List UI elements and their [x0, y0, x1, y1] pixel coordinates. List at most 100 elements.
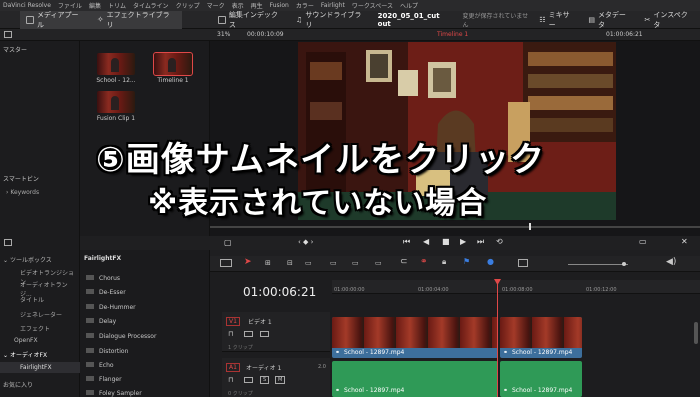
go-to-end-button[interactable]: ⏭: [477, 237, 484, 247]
video-clip-count: 1 クリップ: [228, 345, 253, 351]
track-visibility-icon[interactable]: [260, 331, 269, 337]
video-track-id[interactable]: V1: [226, 317, 240, 326]
mixer-button[interactable]: ☷ ミキサー: [533, 11, 582, 29]
solo-button[interactable]: S: [260, 376, 270, 384]
replace-clip-icon[interactable]: ▭: [352, 259, 359, 267]
tree-item-titles[interactable]: タイトル: [20, 295, 44, 304]
link-icon: ⚭: [503, 349, 509, 356]
selection-tool-icon[interactable]: ➤: [244, 257, 252, 267]
openfx-item[interactable]: OpenFX: [14, 337, 38, 344]
effects-list: FairlightFX Chorus De-Esser De-Hummer De…: [80, 250, 210, 397]
trim-tool-icon[interactable]: ⊞: [265, 259, 271, 267]
position-lock-icon[interactable]: 🔒︎: [442, 257, 446, 267]
effect-item[interactable]: Distortion: [86, 348, 128, 355]
effect-icon: [86, 362, 94, 367]
timeline-scrollbar[interactable]: [694, 322, 698, 344]
master-bin[interactable]: マスター: [3, 45, 27, 54]
auto-select-icon[interactable]: [244, 331, 253, 337]
jog-arrows-icon[interactable]: ‹ ◆ ›: [298, 238, 313, 246]
audio-clip[interactable]: ⚭ School - 12897.mp4: [332, 361, 498, 397]
video-clip[interactable]: ⚭ School - 12897.mp4: [332, 317, 498, 358]
clip-name: School - 12897.mp4: [344, 349, 405, 356]
menu-item[interactable]: ヘルプ: [400, 1, 418, 10]
effect-item[interactable]: De-Esser: [86, 289, 126, 296]
audiofx-item[interactable]: ⌄ オーディオFX: [3, 350, 47, 359]
zoom-slider-handle[interactable]: [622, 262, 626, 266]
effect-item[interactable]: Dialogue Processor: [86, 333, 156, 340]
fit-to-fill-icon[interactable]: ▭: [375, 259, 382, 267]
favorites-header[interactable]: お気に入り: [3, 380, 33, 389]
playhead-marker[interactable]: [529, 223, 531, 230]
overwrite-clip-icon[interactable]: ▭: [330, 259, 337, 267]
clip-name: School - 12897.mp4: [512, 387, 573, 394]
effects-library-button[interactable]: ✧ エフェクトライブラリ: [90, 10, 182, 29]
metadata-button[interactable]: ▤ メタデータ: [582, 11, 638, 29]
timeline-thumbnail[interactable]: [153, 52, 193, 76]
effect-icon: [86, 304, 94, 309]
menu-item[interactable]: クリップ: [176, 1, 200, 10]
zoom-slider[interactable]: [568, 264, 628, 265]
effect-item[interactable]: De-Hummer: [86, 304, 136, 311]
fairlightfx-item[interactable]: FairlightFX: [0, 362, 80, 373]
menu-item[interactable]: 編集: [89, 1, 101, 10]
loop-button[interactable]: ⟲: [496, 237, 503, 246]
marker-icon[interactable]: ●: [487, 257, 494, 266]
effect-item[interactable]: Delay: [86, 318, 116, 325]
close-icon[interactable]: ✕: [681, 237, 688, 246]
blade-tool-icon[interactable]: ⊟: [287, 259, 293, 267]
effect-icon: [86, 376, 94, 381]
audio-clip[interactable]: ⚭ School - 12897.mp4: [500, 361, 582, 397]
scrub-bar[interactable]: [210, 226, 700, 228]
toolbox-item[interactable]: ⌄ ツールボックス: [3, 255, 52, 264]
snapping-icon[interactable]: ⊂: [400, 257, 408, 267]
edit-index-button[interactable]: 編集インデックス: [212, 11, 290, 29]
menu-item[interactable]: DaVinci Resolve: [3, 2, 51, 9]
video-track-name: ビデオ 1: [248, 319, 272, 326]
panel-toggle-icon[interactable]: [4, 31, 12, 38]
stop-button[interactable]: ■: [442, 237, 450, 246]
tree-item-effects[interactable]: エフェクト: [20, 324, 50, 333]
auto-select-icon[interactable]: [244, 377, 253, 383]
magic-wand-icon: ✧: [96, 15, 104, 24]
panel-toggle-icon[interactable]: [4, 239, 12, 246]
bin-list-panel: マスター スマートビン › Keywords: [0, 41, 80, 236]
menu-item[interactable]: Fairlight: [321, 2, 345, 9]
flag-icon[interactable]: ⚑: [463, 257, 470, 266]
timeline-playhead[interactable]: [497, 279, 498, 397]
audio-track-id[interactable]: A1: [226, 363, 240, 372]
fusion-clip-thumbnail[interactable]: [97, 91, 135, 113]
lock-icon[interactable]: ⊓: [228, 330, 233, 338]
match-frame-icon[interactable]: ▭: [639, 237, 647, 246]
sound-library-button[interactable]: ♫ サウンドライブラリ: [290, 11, 374, 29]
effect-item[interactable]: Flanger: [86, 376, 122, 383]
lock-icon[interactable]: ⊓: [228, 376, 233, 384]
tree-item-generators[interactable]: ジェネレーター: [20, 310, 62, 319]
view-options-icon[interactable]: ▢: [224, 238, 232, 247]
timeline-ruler[interactable]: 01:00:00:00 01:00:04:00 01:00:08:00 01:0…: [332, 280, 700, 294]
metadata-label: メタデータ: [597, 10, 626, 29]
effect-label: Dialogue Processor: [99, 333, 157, 340]
menu-item[interactable]: Fusion: [270, 2, 289, 9]
effect-item[interactable]: Foley Sampler: [86, 390, 142, 397]
link-icon[interactable]: ⚭: [420, 257, 428, 267]
effect-item[interactable]: Chorus: [86, 275, 120, 282]
media-pool-button[interactable]: メディアプール: [20, 10, 91, 29]
step-back-button[interactable]: ◀: [423, 237, 429, 246]
zoom-level[interactable]: 31%: [217, 31, 230, 38]
effect-item[interactable]: Echo: [86, 362, 114, 369]
play-button[interactable]: ▶: [460, 237, 466, 246]
menu-item[interactable]: マーク: [207, 1, 225, 10]
mute-button[interactable]: M: [275, 376, 286, 384]
timeline-view-icon[interactable]: [220, 259, 232, 267]
clip-thumbnail[interactable]: [97, 53, 135, 75]
inspector-button[interactable]: ✂ インスペクタ: [639, 11, 700, 29]
record-timecode: 01:00:06:21: [606, 31, 643, 38]
audiofx-label: オーディオFX: [9, 352, 48, 359]
keywords-bin[interactable]: › Keywords: [6, 189, 39, 196]
insert-clip-icon[interactable]: ▭: [305, 259, 312, 267]
go-to-start-button[interactable]: ⏮: [403, 237, 410, 247]
video-clip[interactable]: ⚭ School - 12897.mp4: [500, 317, 582, 358]
speaker-icon[interactable]: ◀︎): [666, 257, 676, 267]
zoom-detail-icon[interactable]: [518, 259, 528, 267]
timeline-name[interactable]: Timeline 1: [437, 31, 468, 38]
